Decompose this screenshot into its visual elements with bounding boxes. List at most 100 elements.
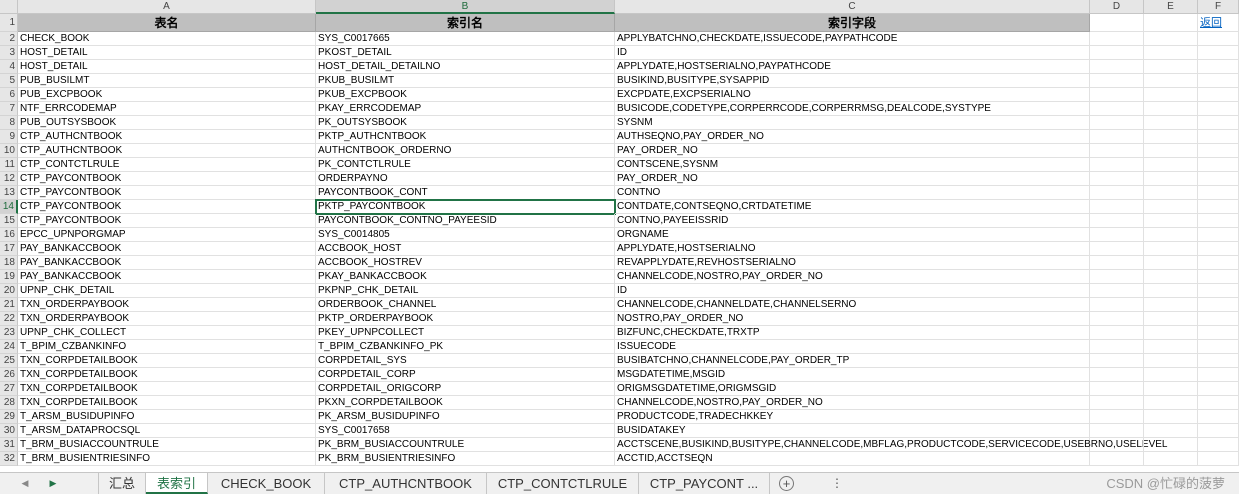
scroll-splitter-icon[interactable]: ⋮ (830, 475, 844, 491)
cell-index-fields[interactable]: APPLYDATE,HOSTSERIALNO (615, 242, 1090, 256)
cell-index-name[interactable]: PKOST_DETAIL (316, 46, 615, 60)
cell-table-name[interactable]: CTP_PAYCONTBOOK (18, 186, 316, 200)
cell-table-name[interactable]: TXN_CORPDETAILBOOK (18, 354, 316, 368)
cell-index-fields[interactable]: ID (615, 46, 1090, 60)
cell-empty-f[interactable] (1198, 326, 1239, 340)
cell-empty-e[interactable] (1144, 46, 1198, 60)
cell-empty-f[interactable] (1198, 46, 1239, 60)
column-header-b[interactable]: B (316, 0, 615, 14)
row-number[interactable]: 32 (0, 452, 18, 466)
cell-index-name[interactable]: AUTHCNTBOOK_ORDERNO (316, 144, 615, 158)
row-number[interactable]: 22 (0, 312, 18, 326)
cell-table-name[interactable]: TXN_ORDERPAYBOOK (18, 298, 316, 312)
row-number[interactable]: 11 (0, 158, 18, 172)
cell-index-name[interactable]: PK_CONTCTLRULE (316, 158, 615, 172)
cell-empty-e[interactable] (1144, 74, 1198, 88)
cell-empty-f[interactable] (1198, 186, 1239, 200)
row-number[interactable]: 28 (0, 396, 18, 410)
row-number[interactable]: 24 (0, 340, 18, 354)
row-number[interactable]: 4 (0, 60, 18, 74)
return-link[interactable]: 返回 (1200, 17, 1222, 29)
cell-table-name[interactable]: T_BRM_BUSIACCOUNTRULE (18, 438, 316, 452)
cell-empty-e[interactable] (1144, 242, 1198, 256)
cell-empty-d[interactable] (1090, 172, 1144, 186)
cell-empty-d[interactable] (1090, 228, 1144, 242)
cell-empty-e[interactable] (1144, 340, 1198, 354)
cell-empty-e[interactable] (1144, 144, 1198, 158)
cell-table-name[interactable]: CTP_PAYCONTBOOK (18, 172, 316, 186)
cell-empty-e[interactable] (1144, 368, 1198, 382)
cell-index-name[interactable]: PKAY_BANKACCBOOK (316, 270, 615, 284)
row-number[interactable]: 3 (0, 46, 18, 60)
cell-empty-e[interactable] (1144, 60, 1198, 74)
cell-empty-f[interactable] (1198, 438, 1239, 452)
row-number[interactable]: 23 (0, 326, 18, 340)
header-index-fields[interactable]: 索引字段 (615, 14, 1090, 32)
cell-index-name[interactable]: PKUB_BUSILMT (316, 74, 615, 88)
cell-empty-d[interactable] (1090, 144, 1144, 158)
cell-index-fields[interactable]: CONTNO,PAYEEISSRID (615, 214, 1090, 228)
cell-empty-d[interactable] (1090, 382, 1144, 396)
cell-empty-d[interactable] (1090, 452, 1144, 466)
cell-empty-e[interactable] (1144, 256, 1198, 270)
cell-table-name[interactable]: TXN_CORPDETAILBOOK (18, 368, 316, 382)
row-number[interactable]: 18 (0, 256, 18, 270)
cell-index-fields[interactable]: ID (615, 284, 1090, 298)
cell-table-name[interactable]: UPNP_CHK_COLLECT (18, 326, 316, 340)
cell-index-name[interactable]: CORPDETAIL_CORP (316, 368, 615, 382)
cell-empty-f[interactable] (1198, 32, 1239, 46)
cell-table-name[interactable]: CTP_AUTHCNTBOOK (18, 144, 316, 158)
cell-empty-f[interactable] (1198, 172, 1239, 186)
cell-empty-e[interactable] (1144, 354, 1198, 368)
column-header-f[interactable]: F (1198, 0, 1239, 14)
cell-empty-d[interactable] (1090, 116, 1144, 130)
cell-empty-d[interactable] (1090, 396, 1144, 410)
tab-table-index[interactable]: 表索引 (146, 473, 208, 494)
cell-empty-d[interactable] (1090, 312, 1144, 326)
cell-empty-f[interactable] (1198, 410, 1239, 424)
cell-index-name[interactable]: SYS_C0014805 (316, 228, 615, 242)
cell-index-name[interactable]: CORPDETAIL_ORIGCORP (316, 382, 615, 396)
cell-empty-f[interactable] (1198, 256, 1239, 270)
tab-summary[interactable]: 汇总 (98, 473, 146, 494)
cell-table-name[interactable]: PAY_BANKACCBOOK (18, 242, 316, 256)
cell-empty-d[interactable] (1090, 32, 1144, 46)
cell-empty-f[interactable] (1198, 74, 1239, 88)
cell-empty-d[interactable] (1090, 186, 1144, 200)
row-number[interactable]: 6 (0, 88, 18, 102)
cell-index-fields[interactable]: AUTHSEQNO,PAY_ORDER_NO (615, 130, 1090, 144)
cell-empty-e[interactable] (1144, 214, 1198, 228)
cell-empty-f[interactable] (1198, 242, 1239, 256)
cell-empty-d[interactable] (1090, 298, 1144, 312)
cell-empty-e[interactable] (1144, 228, 1198, 242)
cell-empty-d[interactable] (1090, 368, 1144, 382)
cell-index-fields[interactable]: CONTDATE,CONTSEQNO,CRTDATETIME (615, 200, 1090, 214)
prev-sheet-icon[interactable]: ◀ (18, 475, 32, 491)
cell-empty-f[interactable] (1198, 102, 1239, 116)
cell-index-name[interactable]: SYS_C0017658 (316, 424, 615, 438)
cell-empty-e[interactable] (1144, 410, 1198, 424)
cell-empty-e[interactable] (1144, 298, 1198, 312)
cell-empty-e[interactable] (1144, 32, 1198, 46)
cell-empty-d[interactable] (1090, 354, 1144, 368)
cell-index-fields[interactable]: PAY_ORDER_NO (615, 172, 1090, 186)
cell-index-fields[interactable]: CHANNELCODE,CHANNELDATE,CHANNELSERNO (615, 298, 1090, 312)
cell-index-fields[interactable]: CHANNELCODE,NOSTRO,PAY_ORDER_NO (615, 270, 1090, 284)
cell-table-name[interactable]: TXN_CORPDETAILBOOK (18, 382, 316, 396)
cell-empty-d[interactable] (1090, 256, 1144, 270)
cell-index-name[interactable]: PKTP_ORDERPAYBOOK (316, 312, 615, 326)
cell-index-name[interactable]: PKXN_CORPDETAILBOOK (316, 396, 615, 410)
header-table-name[interactable]: 表名 (18, 14, 316, 32)
cell-index-fields[interactable]: ISSUECODE (615, 340, 1090, 354)
cell-index-fields[interactable]: BUSIBATCHNO,CHANNELCODE,PAY_ORDER_TP (615, 354, 1090, 368)
cell-empty-d[interactable] (1090, 284, 1144, 298)
cell-empty-d[interactable] (1090, 102, 1144, 116)
cell-empty-d[interactable] (1090, 46, 1144, 60)
cell-e1[interactable] (1144, 14, 1198, 32)
cell-empty-e[interactable] (1144, 186, 1198, 200)
cell-index-fields[interactable]: ORIGMSGDATETIME,ORIGMSGID (615, 382, 1090, 396)
cell-empty-d[interactable] (1090, 74, 1144, 88)
cell-index-fields[interactable]: PRODUCTCODE,TRADECHKKEY (615, 410, 1090, 424)
cell-empty-e[interactable] (1144, 200, 1198, 214)
column-header-a[interactable]: A (18, 0, 316, 14)
